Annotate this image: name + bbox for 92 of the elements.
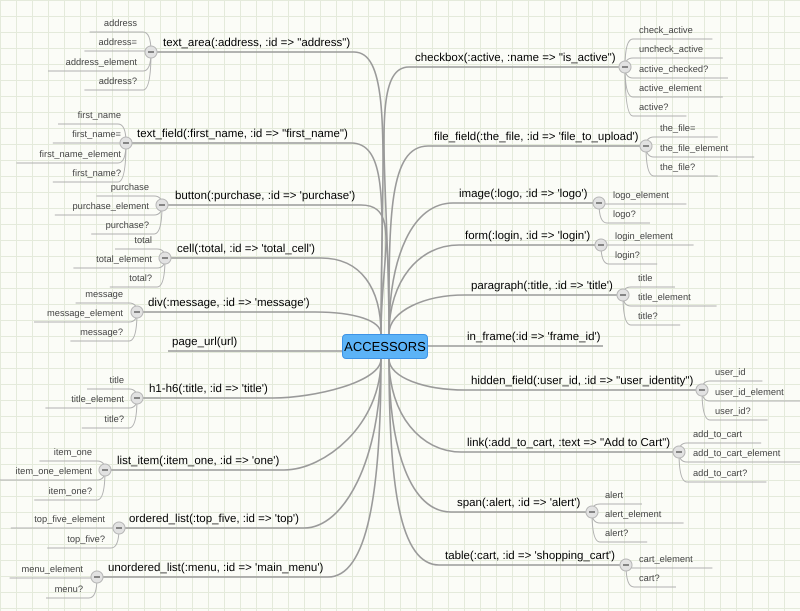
collapse-button[interactable] <box>594 238 608 252</box>
child-label: first_name? <box>72 168 121 179</box>
child-label: cart? <box>639 573 660 584</box>
child-label: logo? <box>613 209 636 220</box>
branch-label: in_frame(:id => 'frame_id') <box>467 330 601 345</box>
branch-label: list_item(:item_one, :id => 'one') <box>117 454 280 469</box>
child-label: login? <box>615 250 640 261</box>
child-label: login_element <box>615 231 673 242</box>
branch-label: file_field(:the_file, :id => 'file_to_upload') <box>434 130 638 145</box>
child-label: first_name_element <box>39 149 121 160</box>
branch-label: span(:alert, :id => 'alert') <box>457 496 580 511</box>
child-label: uncheck_active <box>639 44 704 55</box>
collapse-button[interactable] <box>156 198 168 212</box>
collapse-button[interactable] <box>112 522 126 534</box>
child-label: logo_element <box>613 190 669 201</box>
child-label: title_element <box>71 394 124 405</box>
child-label: user_id? <box>715 406 751 417</box>
child-label: title <box>638 273 652 284</box>
collapse-button[interactable] <box>640 140 652 152</box>
child-label: the_file_element <box>660 143 728 154</box>
child-label: first_name= <box>72 129 121 140</box>
branch-label: text_field(:first_name, :id => "first_name") <box>137 127 348 142</box>
branch-label: text_area(:address, :id => "address") <box>163 36 350 51</box>
child-label: address? <box>98 76 137 87</box>
child-label: message? <box>80 327 123 338</box>
child-label: menu_element <box>21 564 83 575</box>
branch-label: page_url(url) <box>172 335 238 350</box>
collapse-button[interactable] <box>616 288 630 302</box>
child-label: the_file= <box>660 123 696 134</box>
branch-label: paragraph(:title, :id => 'title') <box>471 279 613 294</box>
child-label: address= <box>98 37 137 48</box>
child-label: title? <box>638 311 658 322</box>
collapse-button[interactable] <box>620 558 632 572</box>
child-label: active_element <box>639 83 702 94</box>
child-label: purchase <box>110 182 149 193</box>
child-label: total <box>134 235 152 246</box>
collapse-button[interactable] <box>120 136 132 150</box>
child-label: add_to_cart_element <box>693 448 780 459</box>
collapse-button[interactable] <box>90 570 104 584</box>
collapse-button[interactable] <box>696 384 708 396</box>
collapse-button[interactable] <box>618 60 632 74</box>
child-label: total_element <box>96 254 152 265</box>
branch-label: hidden_field(:user_id, :id => "user_identity") <box>471 374 694 389</box>
child-label: top_five? <box>67 534 105 545</box>
child-label: add_to_cart <box>693 429 742 440</box>
child-label: title <box>110 375 124 386</box>
child-label: cart_element <box>639 554 693 565</box>
branch-label: table(:cart, :id => 'shopping_cart') <box>445 549 615 564</box>
child-label: purchase_element <box>72 201 149 212</box>
branch-label: ordered_list(:top_five, :id => 'top') <box>129 512 299 527</box>
child-label: address_element <box>66 57 137 68</box>
child-label: active? <box>639 102 668 113</box>
child-label: alert_element <box>605 509 662 520</box>
branch-label: link(:add_to_cart, :text => "Add to Cart") <box>467 436 670 451</box>
child-label: purchase? <box>106 220 149 231</box>
child-label: total? <box>129 273 152 284</box>
collapse-button[interactable] <box>672 446 686 458</box>
collapse-button[interactable] <box>144 46 158 58</box>
collapse-button[interactable] <box>158 252 172 264</box>
collapse-button[interactable] <box>130 306 144 318</box>
child-label: message <box>85 289 123 300</box>
child-label: address <box>104 18 137 29</box>
child-label: item_one_element <box>16 466 92 477</box>
central-topic[interactable]: ACCESSORS <box>342 334 428 359</box>
child-label: alert <box>605 490 624 501</box>
child-label: item_one <box>54 447 92 458</box>
child-label: check_active <box>639 25 693 36</box>
collapse-button[interactable] <box>586 506 598 518</box>
child-label: user_id_element <box>715 387 784 398</box>
branch-label: form(:login, :id => 'login') <box>465 229 590 244</box>
child-label: first_name <box>78 110 121 121</box>
branch-label: checkbox(:active, :name => "is_active") <box>415 51 616 66</box>
child-label: active_checked? <box>639 64 708 75</box>
child-label: title_element <box>638 292 691 303</box>
child-label: title? <box>104 414 124 425</box>
collapse-button[interactable] <box>592 196 606 210</box>
child-label: message_element <box>47 308 123 319</box>
child-label: the_file? <box>660 162 696 173</box>
branch-label: image(:logo, :id => 'logo') <box>459 187 588 202</box>
child-label: add_to_cart? <box>693 468 748 479</box>
child-label: user_id <box>715 367 746 378</box>
child-label: menu? <box>54 584 83 595</box>
branch-label: cell(:total, :id => 'total_cell') <box>177 242 315 257</box>
branch-label: button(:purchase, :id => 'purchase') <box>175 189 356 204</box>
collapse-button[interactable] <box>98 464 112 476</box>
child-label: top_five_element <box>34 514 105 525</box>
branch-label: div(:message, :id => 'message') <box>148 296 310 311</box>
branch-label: unordered_list(:menu, :id => 'main_menu') <box>108 561 324 576</box>
child-label: item_one? <box>48 486 92 497</box>
child-label: alert? <box>605 528 628 539</box>
branch-label: h1-h6(:title, :id => 'title') <box>149 382 268 397</box>
collapse-button[interactable] <box>130 392 144 404</box>
